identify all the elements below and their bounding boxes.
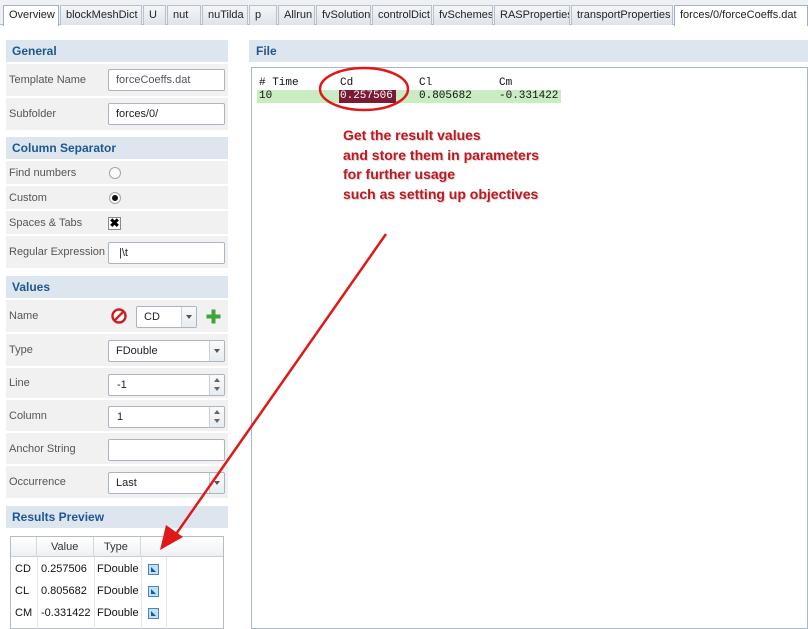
- annotation-overlay: [160, 66, 410, 550]
- annotation-line: such as setting up objectives: [343, 185, 539, 202]
- highlight-circle: [318, 66, 410, 112]
- annotation-text: Get the result values and store them in …: [343, 126, 539, 204]
- annotation-line: and store them in parameters: [343, 146, 540, 163]
- annotation-line: for further usage: [343, 166, 456, 182]
- arrow-line: [172, 233, 388, 538]
- annotation-line: Get the result values: [343, 127, 481, 143]
